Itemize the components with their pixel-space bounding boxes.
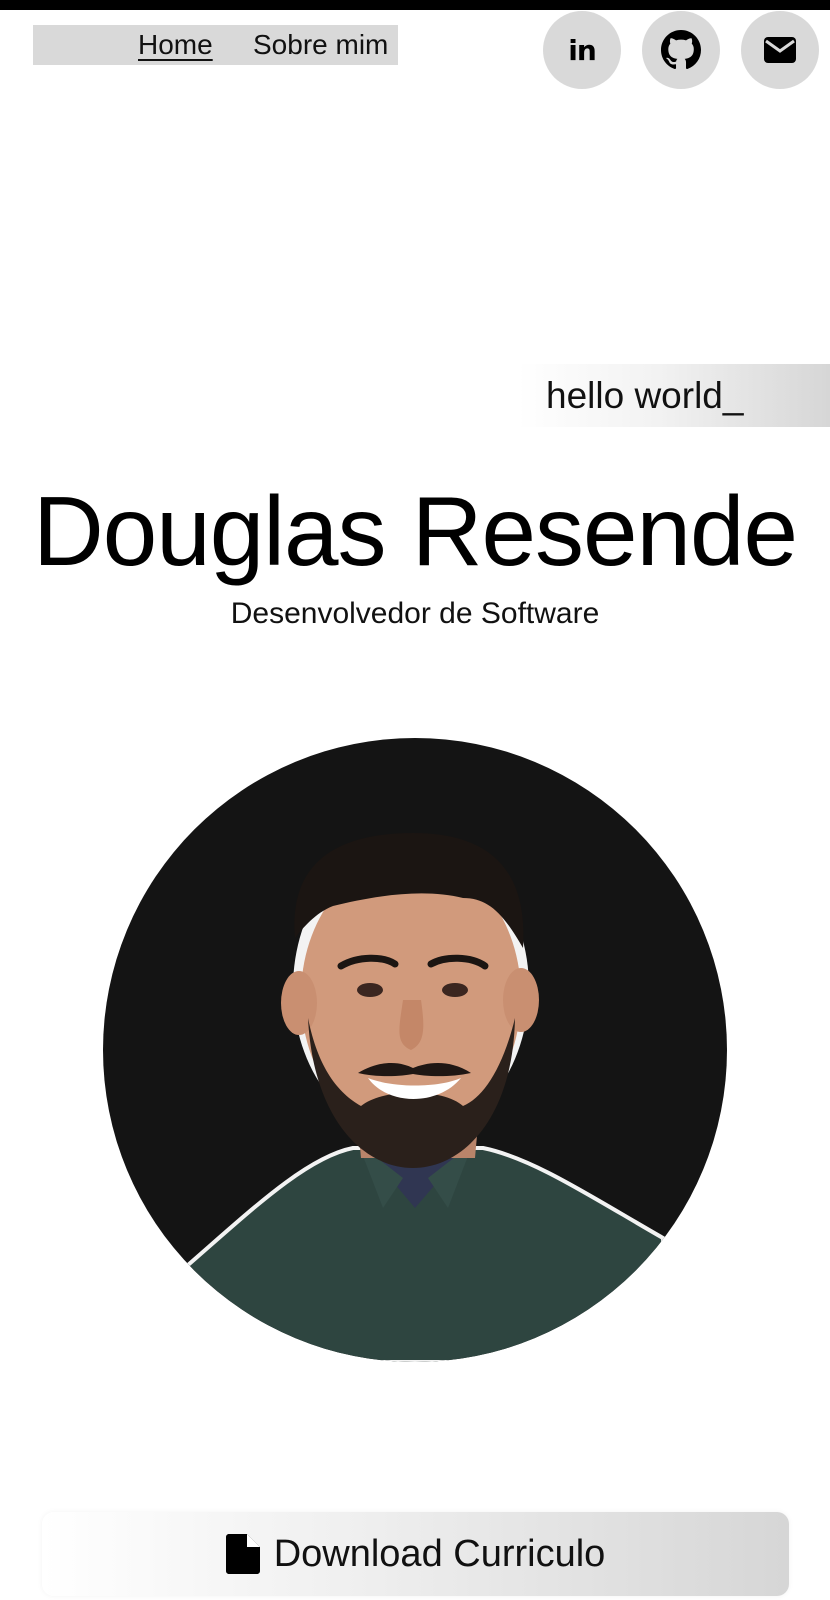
greeting-banner: hello world_	[518, 364, 830, 427]
page-subtitle: Desenvolvedor de Software	[230, 597, 600, 630]
top-bar	[0, 0, 830, 10]
page-title: Douglas Resende	[32, 476, 798, 586]
linkedin-button[interactable]: in	[543, 11, 621, 89]
nav-about-link[interactable]: Sobre mim	[253, 29, 388, 61]
file-icon	[225, 1534, 260, 1574]
greeting-text: hello world_	[546, 375, 744, 416]
github-icon	[661, 30, 701, 70]
main-nav: Home Sobre mim	[33, 25, 398, 65]
github-button[interactable]	[642, 11, 720, 89]
email-icon	[764, 37, 796, 63]
profile-photo	[103, 738, 727, 1362]
download-resume-button[interactable]: Download Curriculo	[42, 1512, 789, 1596]
nav-home-link[interactable]: Home	[138, 29, 213, 61]
download-resume-label: Download Curriculo	[273, 1533, 606, 1575]
profile-portrait	[171, 833, 665, 1362]
email-button[interactable]	[741, 11, 819, 89]
linkedin-icon: in	[568, 33, 597, 67]
